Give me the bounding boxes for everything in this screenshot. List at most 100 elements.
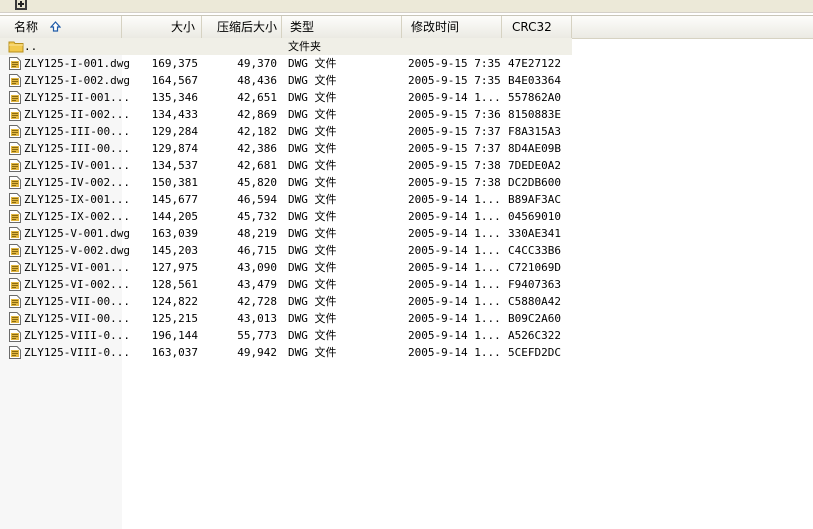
sort-ascending-icon xyxy=(49,17,62,39)
dwg-file-icon xyxy=(9,91,21,104)
file-row[interactable]: ZLY125-III-00... 129,874 42,386 DWG 文件 2005-… xyxy=(0,140,572,157)
file-row[interactable]: ZLY125-III-00... 129,284 42,182 DWG 文件 2005-… xyxy=(0,123,572,140)
dwg-file-icon xyxy=(9,261,21,274)
file-packed-size: 46,594 xyxy=(237,193,277,206)
file-row[interactable]: ZLY125-IX-001... 145,677 46,594 DWG 文件 2005-… xyxy=(0,191,572,208)
file-crc: A526C322 xyxy=(508,329,561,342)
file-row[interactable]: ZLY125-VII-00... 124,822 42,728 DWG 文件 2005-… xyxy=(0,293,572,310)
file-type: DWG 文件 xyxy=(288,210,337,223)
file-row[interactable]: ZLY125-I-001.dwg 169,375 49,370 DWG 文件 2005-… xyxy=(0,55,572,72)
file-size: 127,975 xyxy=(151,261,198,274)
column-size-header[interactable]: 大小 xyxy=(122,16,202,38)
file-size: 129,284 xyxy=(151,125,198,138)
file-modified: 2005-9-15 7:38 xyxy=(408,176,501,189)
dwg-file-icon xyxy=(9,74,21,87)
file-type: DWG 文件 xyxy=(288,261,337,274)
file-modified: 2005-9-14 1... xyxy=(408,278,501,291)
file-row[interactable]: ZLY125-IV-002... 150,381 45,820 DWG 文件 2005-… xyxy=(0,174,572,191)
dwg-file-icon xyxy=(9,193,21,206)
file-name: ZLY125-V-001.dwg xyxy=(24,227,130,240)
file-modified: 2005-9-15 7:38 xyxy=(408,159,501,172)
file-row[interactable]: ZLY125-VIII-0... 196,144 55,773 DWG 文件 2005-… xyxy=(0,327,572,344)
file-row[interactable]: ZLY125-VI-001... 127,975 43,090 DWG 文件 2005-… xyxy=(0,259,572,276)
file-crc: 557862A0 xyxy=(508,91,561,104)
file-row[interactable]: ZLY125-I-002.dwg 164,567 48,436 DWG 文件 2005-… xyxy=(0,72,572,89)
file-size: 196,144 xyxy=(151,329,198,342)
file-modified: 2005-9-14 1... xyxy=(408,346,501,359)
file-crc: B4E03364 xyxy=(508,74,561,87)
file-row[interactable]: ZLY125-IV-001... 134,537 42,681 DWG 文件 2005-… xyxy=(0,157,572,174)
file-packed-size: 49,370 xyxy=(237,57,277,70)
file-modified: 2005-9-14 1... xyxy=(408,91,501,104)
file-crc: B09C2A60 xyxy=(508,312,561,325)
column-modified-header[interactable]: 修改时间 xyxy=(402,16,502,38)
file-type: DWG 文件 xyxy=(288,346,337,359)
extract-icon[interactable] xyxy=(14,0,28,11)
file-name: ZLY125-VI-002... xyxy=(24,278,130,291)
file-packed-size: 43,013 xyxy=(237,312,277,325)
file-crc: DC2DB600 xyxy=(508,176,561,189)
column-name-header[interactable]: 名称 xyxy=(0,16,122,38)
file-crc: B89AF3AC xyxy=(508,193,561,206)
file-row[interactable]: ZLY125-V-001.dwg 163,039 48,219 DWG 文件 2005-… xyxy=(0,225,572,242)
folder-icon xyxy=(8,39,24,53)
parent-folder-name: .. xyxy=(24,40,38,53)
dwg-file-icon xyxy=(9,108,21,121)
file-crc: 8D4AE09B xyxy=(508,142,561,155)
file-row[interactable]: ZLY125-II-002... 134,433 42,869 DWG 文件 2005-… xyxy=(0,106,572,123)
file-crc: C5880A42 xyxy=(508,295,561,308)
parent-folder-row[interactable]: .. 文件夹 xyxy=(0,38,572,55)
column-type-label: 类型 xyxy=(290,20,315,34)
file-row[interactable]: ZLY125-VII-00... 125,215 43,013 DWG 文件 2005-… xyxy=(0,310,572,327)
file-size: 163,039 xyxy=(151,227,198,240)
file-type: DWG 文件 xyxy=(288,108,337,121)
file-row[interactable]: ZLY125-VIII-0... 163,037 49,942 DWG 文件 2005-… xyxy=(0,344,572,361)
file-packed-size: 45,820 xyxy=(237,176,277,189)
file-packed-size: 45,732 xyxy=(237,210,277,223)
dwg-file-icon xyxy=(9,295,21,308)
file-type: DWG 文件 xyxy=(288,125,337,138)
file-name: ZLY125-V-002.dwg xyxy=(24,244,130,257)
file-row[interactable]: ZLY125-V-002.dwg 145,203 46,715 DWG 文件 2005-… xyxy=(0,242,572,259)
file-packed-size: 46,715 xyxy=(237,244,277,257)
file-size: 164,567 xyxy=(151,74,198,87)
file-modified: 2005-9-14 1... xyxy=(408,227,501,240)
file-name: ZLY125-IV-002... xyxy=(24,176,130,189)
file-crc: 330AE341 xyxy=(508,227,561,240)
file-packed-size: 42,386 xyxy=(237,142,277,155)
column-name-label: 名称 xyxy=(14,20,39,34)
column-crc-header[interactable]: CRC32 xyxy=(502,16,572,38)
file-type: DWG 文件 xyxy=(288,159,337,172)
file-name: ZLY125-III-00... xyxy=(24,142,130,155)
file-type: DWG 文件 xyxy=(288,329,337,342)
file-row[interactable]: ZLY125-VI-002... 128,561 43,479 DWG 文件 2005-… xyxy=(0,276,572,293)
file-modified: 2005-9-14 1... xyxy=(408,210,501,223)
file-name: ZLY125-I-001.dwg xyxy=(24,57,130,70)
file-size: 150,381 xyxy=(151,176,198,189)
file-modified: 2005-9-15 7:37 xyxy=(408,125,501,138)
column-type-header[interactable]: 类型 xyxy=(282,16,402,38)
file-name: ZLY125-IX-002... xyxy=(24,210,130,223)
dwg-file-icon xyxy=(9,125,21,138)
column-packed-header[interactable]: 压缩后大小 xyxy=(202,16,282,38)
file-packed-size: 42,869 xyxy=(237,108,277,121)
file-size: 169,375 xyxy=(151,57,198,70)
file-modified: 2005-9-15 7:37 xyxy=(408,142,501,155)
file-row[interactable]: ZLY125-IX-002... 144,205 45,732 DWG 文件 2005-… xyxy=(0,208,572,225)
column-crc-label: CRC32 xyxy=(512,20,552,34)
file-crc: C721069D xyxy=(508,261,561,274)
file-crc: 7DEDE0A2 xyxy=(508,159,561,172)
file-name: ZLY125-I-002.dwg xyxy=(24,74,130,87)
parent-folder-type: 文件夹 xyxy=(288,40,321,53)
file-size: 144,205 xyxy=(151,210,198,223)
file-crc: C4CC33B6 xyxy=(508,244,561,257)
file-name: ZLY125-II-001... xyxy=(24,91,130,104)
file-packed-size: 48,219 xyxy=(237,227,277,240)
file-row[interactable]: ZLY125-II-001... 135,346 42,651 DWG 文件 2005-… xyxy=(0,89,572,106)
dwg-file-icon xyxy=(9,278,21,291)
file-type: DWG 文件 xyxy=(288,278,337,291)
file-name: ZLY125-II-002... xyxy=(24,108,130,121)
dwg-file-icon xyxy=(9,312,21,325)
file-type: DWG 文件 xyxy=(288,244,337,257)
file-name: ZLY125-VIII-0... xyxy=(24,346,130,359)
